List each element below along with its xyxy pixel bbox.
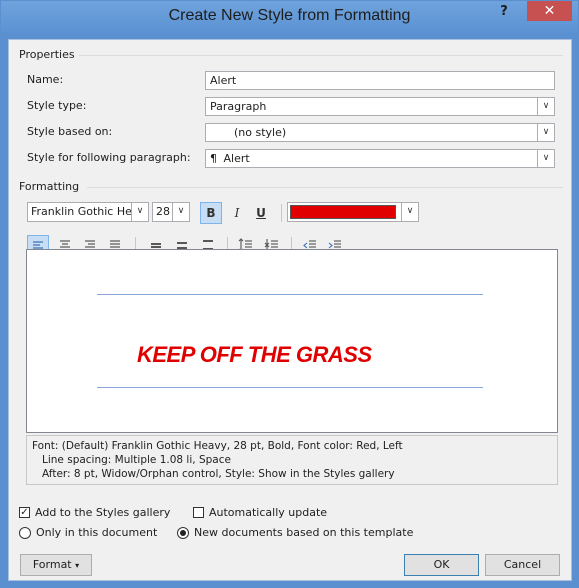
- help-button[interactable]: ?: [490, 1, 518, 23]
- font-color-select[interactable]: ∨: [287, 202, 419, 222]
- ok-button[interactable]: OK: [404, 554, 479, 576]
- preview-text: KEEP OFF THE GRASS: [137, 342, 372, 367]
- based-on-select[interactable]: (no style) ∨: [205, 123, 555, 142]
- underline-button[interactable]: U: [250, 202, 272, 224]
- chevron-down-icon[interactable]: ∨: [131, 203, 148, 221]
- font-size-select[interactable]: 28 ∨: [152, 202, 190, 222]
- style-type-label: Style type:: [27, 99, 87, 112]
- add-to-gallery-checkbox[interactable]: ✓: [19, 507, 30, 518]
- name-input[interactable]: Alert: [205, 71, 555, 90]
- dialog-window: Create New Style from Formatting ? ✕ Pro…: [0, 0, 579, 588]
- chevron-down-icon[interactable]: ∨: [172, 203, 189, 221]
- dialog-body: Properties Name: Alert Style type: Parag…: [8, 39, 572, 581]
- new-documents-label[interactable]: New documents based on this template: [194, 526, 413, 539]
- close-button[interactable]: ✕: [527, 1, 572, 21]
- only-this-document-radio[interactable]: [19, 527, 31, 539]
- properties-divider: [79, 55, 563, 56]
- based-on-value: (no style): [234, 126, 287, 139]
- only-this-document-label[interactable]: Only in this document: [36, 526, 157, 539]
- cancel-button[interactable]: Cancel: [485, 554, 560, 576]
- style-type-value: Paragraph: [210, 100, 267, 113]
- based-on-label: Style based on:: [27, 125, 113, 138]
- font-name-value: Franklin Gothic He: [31, 205, 132, 218]
- title-bar[interactable]: Create New Style from Formatting ? ✕: [1, 1, 578, 33]
- chevron-down-icon[interactable]: ∨: [537, 98, 554, 115]
- caret-down-icon: ▾: [75, 561, 80, 570]
- description-line-3: After: 8 pt, Widow/Orphan control, Style…: [42, 468, 395, 480]
- style-preview: KEEP OFF THE GRASS: [26, 249, 558, 433]
- preview-bottom-rule: [97, 387, 483, 388]
- font-color-swatch: [290, 205, 396, 219]
- chevron-down-icon[interactable]: ∨: [401, 203, 418, 221]
- font-name-select[interactable]: Franklin Gothic He ∨: [27, 202, 149, 222]
- new-documents-radio[interactable]: [177, 527, 189, 539]
- format-button-label: Format: [32, 558, 72, 571]
- following-paragraph-label: Style for following paragraph:: [27, 151, 191, 164]
- auto-update-label[interactable]: Automatically update: [209, 506, 327, 519]
- chevron-down-icon[interactable]: ∨: [537, 124, 554, 141]
- name-label: Name:: [27, 73, 64, 86]
- preview-top-rule: [97, 294, 483, 295]
- formatting-divider: [87, 187, 563, 188]
- font-size-value: 28: [156, 205, 170, 218]
- bold-button[interactable]: B: [200, 202, 222, 224]
- style-description: Font: (Default) Franklin Gothic Heavy, 2…: [26, 435, 558, 485]
- following-paragraph-value: Alert: [223, 152, 250, 165]
- add-to-gallery-label[interactable]: Add to the Styles gallery: [35, 506, 170, 519]
- description-line-2: Line spacing: Multiple 1.08 li, Space: [42, 454, 231, 466]
- format-button[interactable]: Format ▾: [20, 554, 92, 576]
- italic-button[interactable]: I: [226, 202, 248, 224]
- description-line-1: Font: (Default) Franklin Gothic Heavy, 2…: [32, 440, 403, 452]
- formatting-section-label: Formatting: [19, 180, 80, 193]
- chevron-down-icon[interactable]: ∨: [537, 150, 554, 167]
- auto-update-checkbox[interactable]: [193, 507, 204, 518]
- paragraph-mark-icon: ¶: [210, 152, 217, 165]
- style-type-select[interactable]: Paragraph ∨: [205, 97, 555, 116]
- following-paragraph-select[interactable]: ¶ Alert ∨: [205, 149, 555, 168]
- properties-section-label: Properties: [19, 48, 75, 61]
- toolbar-separator: [281, 204, 282, 222]
